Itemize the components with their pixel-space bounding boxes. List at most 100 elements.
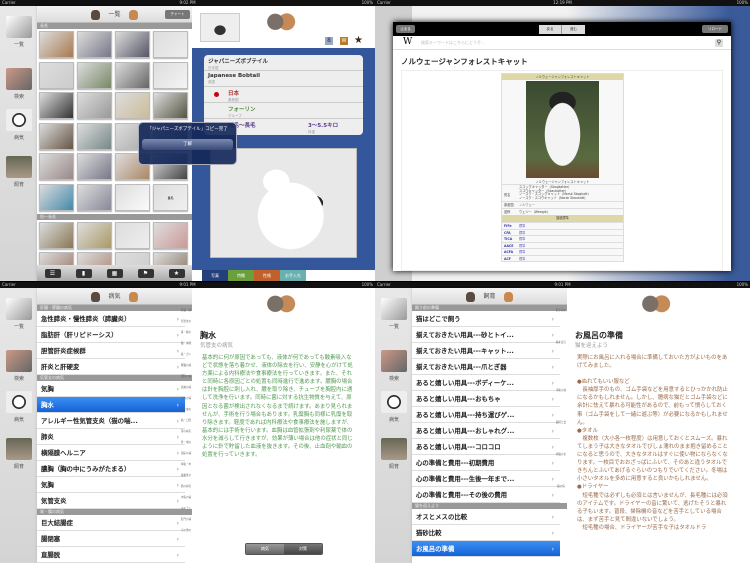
index-entry[interactable]: 眼球の病 xyxy=(180,371,192,382)
list-item[interactable]: 心の準備と費用---その後の費用 › xyxy=(412,487,560,503)
rail-item-care[interactable]: 飼育 xyxy=(4,156,34,188)
rail-item-search[interactable]: 検索 xyxy=(4,350,34,382)
breed-thumbnail[interactable] xyxy=(153,31,188,58)
tab-treatment[interactable]: 対策 xyxy=(284,544,322,554)
list-item[interactable]: オスとメスの比較 › xyxy=(412,509,560,525)
list-item[interactable]: あると嬉しい用具---おもちゃ › xyxy=(412,391,560,407)
index-entry[interactable] xyxy=(555,353,567,369)
origin-value[interactable]: ノルウェー xyxy=(519,202,535,208)
index-entry[interactable]: 泌尿の病 xyxy=(180,448,192,459)
list-item[interactable]: 猫はどこで飼う › xyxy=(412,311,560,327)
index-entry[interactable]: 肝臓・膵 xyxy=(180,305,192,316)
breed-thumbnail[interactable] xyxy=(77,183,112,211)
standard-link[interactable]: 標準 xyxy=(519,243,525,249)
list-icon[interactable]: ☰ xyxy=(44,268,61,278)
index-entry[interactable]: 呼吸・中 xyxy=(180,459,192,470)
breed-thumbnail[interactable] xyxy=(77,122,112,150)
index-entry[interactable]: 避妊と去 xyxy=(555,417,567,433)
list-item[interactable]: 揃えておきたい用具---爪とぎ器 › xyxy=(412,359,560,375)
index-entry[interactable]: 胃・腸の xyxy=(180,327,192,338)
index-entry[interactable]: 脳・神経 xyxy=(180,338,192,349)
index-entry[interactable]: 猫の病 xyxy=(555,481,567,497)
index-entry[interactable]: その他の xyxy=(180,525,192,536)
breed-thumbnail[interactable] xyxy=(153,222,188,249)
list-item[interactable]: 膿胸（胸の中にうみがたまる） › xyxy=(37,461,185,477)
index-entry[interactable]: 気管支の xyxy=(180,316,192,327)
tab-disease[interactable]: 病気 xyxy=(246,544,284,554)
section-index[interactable]: 飼う前の 猫を迎え 手術の前 避妊と去 老猫の主 猫の病 xyxy=(555,305,567,497)
list-item[interactable]: 猫砂比較 › xyxy=(412,525,560,541)
breed-thumbnail[interactable] xyxy=(39,122,74,150)
list-item[interactable]: あると嬉しい用具---おしゃれグ... › xyxy=(412,423,560,439)
tab-features[interactable]: 特徴 xyxy=(228,270,254,281)
rail-item-care[interactable]: 飼育 xyxy=(4,438,34,470)
index-entry[interactable]: 猫を迎え xyxy=(555,337,567,353)
index-entry[interactable]: 栄養性の xyxy=(180,470,192,481)
forward-button[interactable]: 進む xyxy=(562,25,585,34)
index-entry[interactable]: 耳の病気 xyxy=(180,426,192,437)
index-entry[interactable] xyxy=(555,465,567,481)
chart-button[interactable]: チャート xyxy=(165,10,190,19)
breed-thumbnail[interactable] xyxy=(77,92,112,119)
standard-link[interactable]: 標準 xyxy=(519,256,525,262)
cat-photo[interactable] xyxy=(526,81,599,178)
list-item[interactable]: 心の準備と費用---初期費用 › xyxy=(412,455,560,471)
rail-item-search[interactable]: 検索 xyxy=(4,68,34,100)
index-entry[interactable] xyxy=(555,321,567,337)
list-item[interactable]: 脂肪肝（肝リピドーシス） › xyxy=(37,327,185,343)
tab-care[interactable]: お手入れ xyxy=(280,270,306,281)
index-entry[interactable]: ホルモン xyxy=(180,503,192,514)
rail-item-care[interactable]: 飼育 xyxy=(379,438,409,470)
list-item[interactable]: 腸閉塞 › xyxy=(37,531,185,547)
list-item[interactable]: 気管支炎 › xyxy=(37,493,185,509)
list-item[interactable]: あると嬉しい用具---コロコロ › xyxy=(412,439,560,455)
tab-personality[interactable]: 性格 xyxy=(254,270,280,281)
rail-item-disease[interactable]: 病気 xyxy=(379,391,409,423)
breed-thumbnail[interactable] xyxy=(39,61,74,89)
star-icon[interactable]: ★ xyxy=(168,268,185,278)
list-item[interactable]: あると嬉しい用具---ボディーケ... › xyxy=(412,375,560,391)
index-entry[interactable]: 手術の前 xyxy=(555,385,567,401)
index-entry[interactable]: 筋の病気 xyxy=(180,481,192,492)
breed-thumbnail[interactable] xyxy=(153,92,188,119)
breed-thumbnail[interactable] xyxy=(39,153,74,180)
index-entry[interactable]: 腎臓の病 xyxy=(180,360,192,371)
index-entry[interactable]: 歯・口腔 xyxy=(180,415,192,426)
list-item[interactable]: 横隔膜ヘルニア › xyxy=(37,445,185,461)
list-item[interactable]: 急性膵炎・慢性膵炎（膵臓炎） › xyxy=(37,311,185,327)
list-item[interactable]: 揃えておきたい用具---砂とトイ... › xyxy=(412,327,560,343)
gift-icon[interactable]: ▦ xyxy=(106,268,123,278)
list-item[interactable]: 胆管肝炎症候群 › xyxy=(37,343,185,359)
breed-thumbnail[interactable] xyxy=(77,61,112,89)
list-item[interactable]: 巨大結腸症 › xyxy=(37,515,185,531)
breed-thumbnail[interactable] xyxy=(39,222,74,249)
rail-item-disease[interactable]: 病気 xyxy=(4,391,34,423)
breed-thumbnail[interactable] xyxy=(39,31,74,58)
list-item[interactable]: 気胸 › xyxy=(37,477,185,493)
breed-thumbnail[interactable] xyxy=(200,13,240,42)
list-item[interactable]: 胸水 › xyxy=(37,397,185,413)
breed-thumbnail[interactable] xyxy=(115,31,150,58)
standard-link[interactable]: 標準 xyxy=(519,223,525,229)
favorite-star-icon[interactable]: ★ xyxy=(354,35,363,46)
list-item[interactable]: 肺炎 › xyxy=(37,429,185,445)
list-item[interactable]: あると嬉しい用具---持ち運びゲ... › xyxy=(412,407,560,423)
rail-item-disease[interactable]: 病気 xyxy=(4,109,34,141)
list-item[interactable]: アレルギー性気管支炎（猫の喘... › xyxy=(37,413,185,429)
alert-ok-button[interactable]: 了解 xyxy=(142,139,233,150)
rail-item-list[interactable]: 一覧 xyxy=(4,298,34,330)
breed-thumbnail[interactable] xyxy=(153,61,188,89)
breed-thumbnail[interactable] xyxy=(77,222,112,249)
breed-thumbnail[interactable] xyxy=(39,92,74,119)
google-icon[interactable]: 8 xyxy=(325,37,333,45)
breed-thumbnail[interactable] xyxy=(115,183,150,211)
index-entry[interactable]: 中毒の病 xyxy=(180,492,192,503)
standard-link[interactable]: 標準 xyxy=(519,249,525,255)
breed-thumbnail[interactable] xyxy=(77,31,112,58)
flag-icon[interactable]: ⚑ xyxy=(137,268,154,278)
book-icon[interactable]: ▮ xyxy=(75,268,92,278)
index-entry[interactable]: 口内の病 xyxy=(180,393,192,404)
index-entry[interactable]: 皮膚の病 xyxy=(180,382,192,393)
index-entry[interactable]: 肛門の病 xyxy=(180,514,192,525)
back-button[interactable]: 戻る xyxy=(539,25,562,34)
